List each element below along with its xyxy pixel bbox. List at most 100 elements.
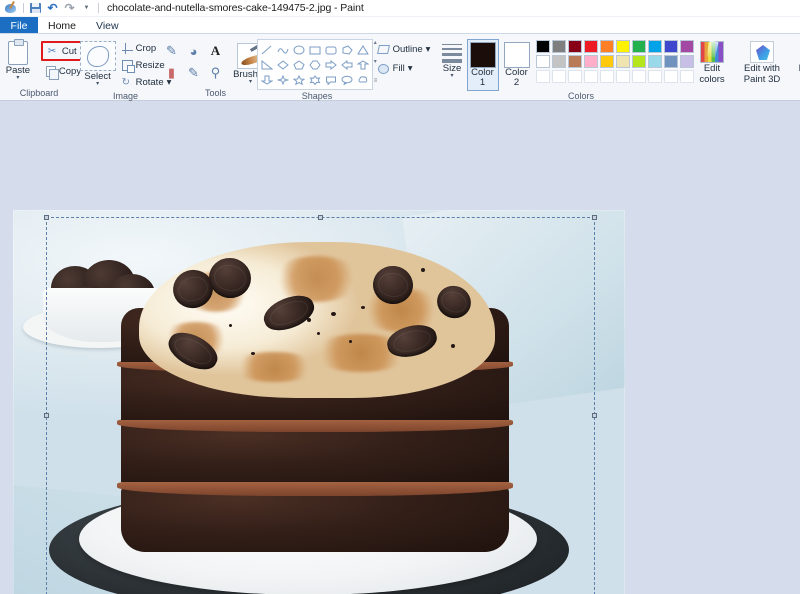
rotate-label: Rotate bbox=[135, 76, 164, 88]
magnifier-tool-icon[interactable]: ⚲ bbox=[205, 62, 227, 84]
shape-triangle[interactable] bbox=[355, 42, 371, 57]
palette-swatch-r2-c5[interactable] bbox=[599, 55, 614, 68]
paint-app-icon[interactable] bbox=[3, 1, 20, 16]
palette-swatch-r1-c6[interactable] bbox=[615, 40, 630, 53]
palette-swatch-r1-c8[interactable] bbox=[647, 40, 662, 53]
shapes-gallery[interactable] bbox=[256, 39, 373, 90]
palette-swatch-r3-c5[interactable] bbox=[599, 70, 614, 83]
palette-swatch-r1-c9[interactable] bbox=[663, 40, 678, 53]
palette-swatch-r3-c9[interactable] bbox=[663, 70, 678, 83]
shape-right-triangle[interactable] bbox=[259, 57, 275, 72]
group-label-paint3d bbox=[761, 87, 764, 100]
tab-home[interactable]: Home bbox=[38, 17, 87, 34]
palette-swatch-r1-c5[interactable] bbox=[599, 40, 614, 53]
shape-diamond[interactable] bbox=[275, 57, 291, 72]
palette-swatch-r1-c1[interactable] bbox=[535, 40, 550, 53]
palette-swatch-r2-c4[interactable] bbox=[583, 55, 598, 68]
edit-colors-icon bbox=[700, 41, 724, 63]
shape-rectangle[interactable] bbox=[307, 42, 323, 57]
palette-swatch-r2-c9[interactable] bbox=[663, 55, 678, 68]
shape-rounded-rectangle[interactable] bbox=[323, 42, 339, 57]
ribbon-group-clipboard: Paste ▾ ✂ Cut Copy Clipboard bbox=[0, 34, 85, 100]
shape-rounded-callout[interactable] bbox=[323, 72, 339, 87]
group-label-styles bbox=[403, 87, 406, 100]
product-alert-button[interactable]: i Product alert bbox=[790, 38, 800, 85]
tab-file[interactable]: File bbox=[0, 17, 38, 34]
palette-swatch-r1-c4[interactable] bbox=[583, 40, 598, 53]
cut-button[interactable]: ✂ Cut bbox=[45, 43, 80, 59]
palette-swatch-r3-c6[interactable] bbox=[615, 70, 630, 83]
canvas-area[interactable] bbox=[0, 102, 800, 594]
qat-divider bbox=[23, 3, 24, 13]
window-title: chocolate-and-nutella-smores-cake-149475… bbox=[107, 2, 364, 14]
edit-colors-label-line1: Edit bbox=[703, 63, 721, 74]
customize-quick-access-toolbar-caret[interactable]: ▼ bbox=[78, 1, 95, 16]
edit-with-paint-3d-button[interactable]: Edit with Paint 3D bbox=[734, 38, 790, 85]
palette-swatch-r3-c4[interactable] bbox=[583, 70, 598, 83]
shape-line[interactable] bbox=[259, 42, 275, 57]
palette-swatch-r2-c6[interactable] bbox=[615, 55, 630, 68]
palette-swatch-r1-c3[interactable] bbox=[567, 40, 582, 53]
shape-oval[interactable] bbox=[291, 42, 307, 57]
palette-swatch-r3-c1[interactable] bbox=[535, 70, 550, 83]
text-tool-icon[interactable]: A bbox=[205, 40, 227, 62]
paint-window: ↶ ↷ ▼ chocolate-and-nutella-smores-cake-… bbox=[0, 0, 800, 594]
ribbon-group-paint3d: Edit with Paint 3D bbox=[734, 34, 790, 100]
color-2-button[interactable]: Color 2 bbox=[503, 40, 530, 88]
palette-swatch-r2-c7[interactable] bbox=[631, 55, 646, 68]
undo-icon[interactable]: ↶ bbox=[44, 1, 61, 16]
fill-caret-icon[interactable]: ▾ bbox=[408, 63, 413, 74]
color-picker-tool-icon[interactable]: ✎ bbox=[183, 62, 205, 84]
tab-view[interactable]: View bbox=[86, 17, 129, 34]
shape-cloud-callout[interactable] bbox=[355, 72, 371, 87]
palette-swatch-r1-c2[interactable] bbox=[551, 40, 566, 53]
crop-icon bbox=[121, 42, 133, 54]
shape-oval-callout[interactable] bbox=[339, 72, 355, 87]
redo-icon[interactable]: ↷ bbox=[61, 1, 78, 16]
shape-down-arrow[interactable] bbox=[259, 72, 275, 87]
ribbon-group-image: Select ▾ Crop Resize ↻ Rotate ▾ Image bbox=[77, 34, 173, 101]
color-palette[interactable] bbox=[535, 40, 695, 84]
fill-with-color-tool-icon[interactable]: ◕ bbox=[183, 40, 205, 62]
shape-left-arrow[interactable] bbox=[339, 57, 355, 72]
shape-hexagon[interactable] bbox=[307, 57, 323, 72]
pencil-tool-icon[interactable]: ✎ bbox=[161, 40, 183, 62]
save-icon[interactable] bbox=[27, 1, 44, 16]
paste-button[interactable]: Paste ▾ bbox=[0, 38, 40, 81]
size-icon bbox=[442, 41, 462, 63]
palette-swatch-r2-c1[interactable] bbox=[535, 55, 550, 68]
paste-caret-icon[interactable]: ▾ bbox=[16, 75, 19, 81]
brushes-caret-icon[interactable]: ▾ bbox=[249, 79, 252, 85]
fill-button[interactable]: Fill ▾ bbox=[375, 60, 416, 76]
palette-swatch-r1-c7[interactable] bbox=[631, 40, 646, 53]
shape-six-point-star[interactable] bbox=[307, 72, 323, 87]
color-1-button[interactable]: Color 1 bbox=[466, 39, 499, 91]
ribbon-group-colors: Color 1 Color 2 Colors bbox=[466, 34, 694, 101]
outline-button[interactable]: Outline ▾ bbox=[375, 41, 434, 57]
shape-polygon[interactable] bbox=[339, 42, 355, 57]
shape-up-arrow[interactable] bbox=[355, 57, 371, 72]
shape-right-arrow[interactable] bbox=[323, 57, 339, 72]
palette-swatch-r2-c8[interactable] bbox=[647, 55, 662, 68]
image-canvas[interactable] bbox=[13, 210, 625, 594]
palette-swatch-r3-c7[interactable] bbox=[631, 70, 646, 83]
shape-pentagon[interactable] bbox=[291, 57, 307, 72]
shape-five-point-star[interactable] bbox=[291, 72, 307, 87]
palette-swatch-r3-c2[interactable] bbox=[551, 70, 566, 83]
palette-swatch-r2-c3[interactable] bbox=[567, 55, 582, 68]
fill-label: Fill bbox=[392, 62, 405, 74]
ribbon-group-tools: ✎ ◕ A ▮ ✎ ⚲ Brushes ▾ Tools bbox=[166, 34, 268, 100]
tools-grid: ✎ ◕ A ▮ ✎ ⚲ bbox=[161, 40, 227, 84]
select-caret-icon[interactable]: ▾ bbox=[96, 81, 99, 87]
palette-swatch-r3-c3[interactable] bbox=[567, 70, 582, 83]
shape-curve[interactable] bbox=[275, 42, 291, 57]
edit-colors-button[interactable]: Edit colors bbox=[690, 38, 734, 85]
palette-swatch-r2-c2[interactable] bbox=[551, 55, 566, 68]
edit-colors-label-line2: colors bbox=[699, 74, 725, 85]
group-label-clipboard: Clipboard bbox=[19, 88, 59, 98]
shape-four-point-star[interactable] bbox=[275, 72, 291, 87]
select-button[interactable]: Select ▾ bbox=[77, 38, 119, 87]
eraser-tool-icon[interactable]: ▮ bbox=[161, 62, 183, 84]
palette-swatch-r3-c8[interactable] bbox=[647, 70, 662, 83]
size-caret-icon[interactable]: ▾ bbox=[450, 73, 453, 79]
